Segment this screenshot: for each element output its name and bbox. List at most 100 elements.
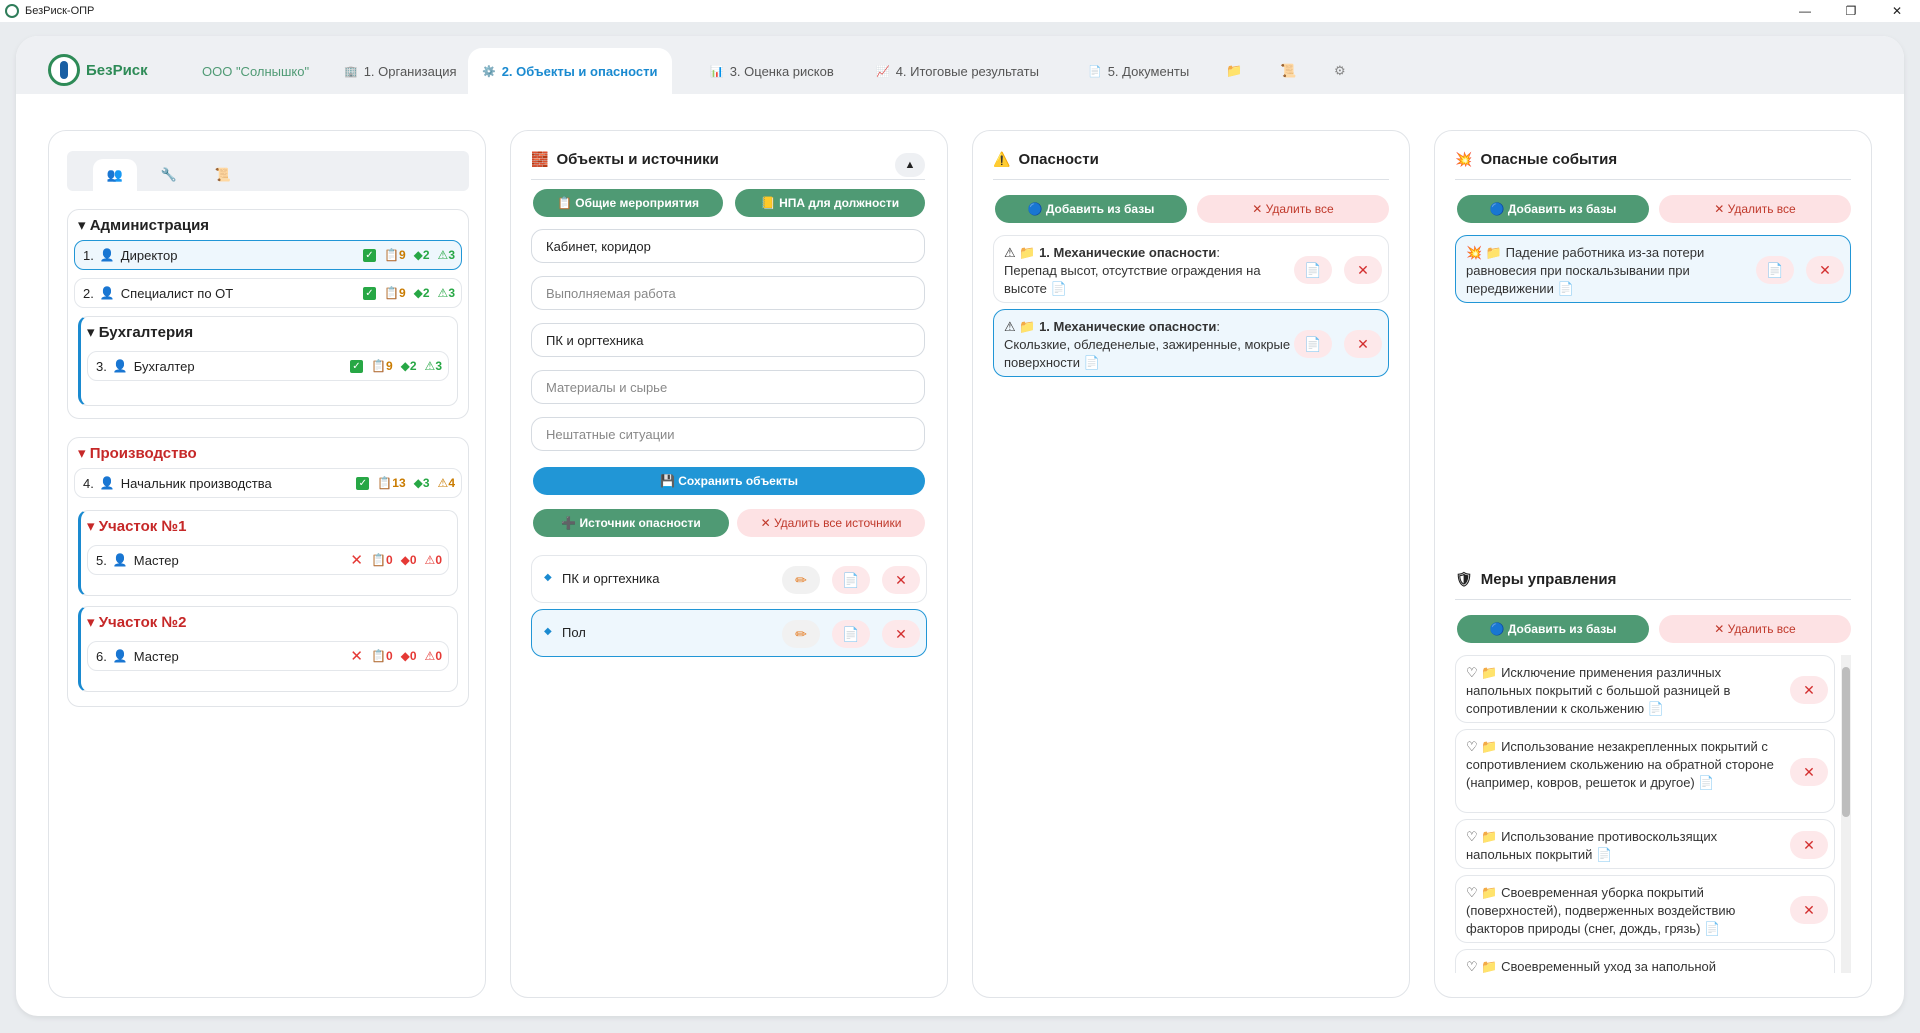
hazard-doc-button[interactable]: 📄 [1294,256,1332,284]
employee-number: 4. [83,475,94,491]
scroll-tab-icon[interactable]: 📜 [201,159,245,191]
subgroup-header[interactable]: ▾ Участок №2 [81,607,457,631]
hazard-item[interactable]: ⚠ 📁 1. Механические опасности: Перепад вы… [993,235,1389,303]
people-tab-icon[interactable]: 👥 [93,159,137,191]
measure-item[interactable]: ♡ 📁 Исключение применения различных напо… [1455,655,1835,723]
hazards-count: ⚠3 [437,286,455,300]
employee-row[interactable]: 6. 👤 Мастер ✕ 📋0 ◆0 ⚠0 [87,641,449,671]
add-hazard-from-db-button[interactable]: 🔵 Добавить из базы [995,195,1187,223]
event-item[interactable]: 💥 📁 Падение работника из-за потери равно… [1455,235,1851,303]
person-icon: 👤 [99,286,115,300]
add-event-from-db-button[interactable]: 🔵 Добавить из базы [1457,195,1649,223]
tab-label: 5. Документы [1107,63,1190,79]
group-header[interactable]: ▾ Администрация [68,210,468,234]
scroll-icon[interactable]: 📜 [1266,48,1310,94]
docs-count: 📋9 [383,286,406,300]
delete-source-button[interactable]: ✕ [882,566,920,594]
delete-hazard-button[interactable]: ✕ [1344,330,1382,358]
hazards-count: ⚠3 [437,248,455,262]
status-ok-icon: ✓ [349,359,363,373]
minimize-button[interactable]: — [1782,0,1828,22]
save-objects-button[interactable]: 💾 Сохранить объекты [533,467,925,495]
subgroup-header[interactable]: ▾ Бухгалтерия [81,317,457,341]
delete-measure-button[interactable]: ✕ [1790,831,1828,859]
delete-source-button[interactable]: ✕ [882,620,920,648]
tab-label: 3. Оценка рисков [729,63,834,79]
explosion-icon: 💥 [1455,151,1473,167]
object-field-materials[interactable]: Материалы и сырье [531,370,925,404]
employee-number: 6. [96,648,107,664]
tab-organization[interactable]: 🏢 1. Организация [330,48,471,94]
tab-risk-assessment[interactable]: 📊 3. Оценка рисков [696,48,848,94]
delete-hazard-button[interactable]: ✕ [1344,256,1382,284]
employee-row[interactable]: 5. 👤 Мастер ✕ 📋0 ◆0 ⚠0 [87,545,449,575]
delete-all-measures-button[interactable]: ✕ Удалить все [1659,615,1851,643]
edit-source-button[interactable]: ✏ [782,620,820,648]
collapse-button[interactable]: ▲ [895,153,925,177]
button-label: Добавить из базы [1507,622,1617,636]
measure-item[interactable]: ♡ 📁 Использование незакрепленных покрыти… [1455,729,1835,813]
hazard-doc-button[interactable]: 📄 [1294,330,1332,358]
wrench-tab-icon[interactable]: 🔧 [147,159,191,191]
panel-title-text: Объекты и источники [556,151,719,168]
settings-icon[interactable]: ⚙ [1320,48,1360,94]
object-field-emergency[interactable]: Нештатные ситуации [531,417,925,451]
docs-count: 📋0 [370,553,393,567]
group-header[interactable]: ▾ Производство [68,438,468,462]
add-measure-from-db-button[interactable]: 🔵 Добавить из базы [1457,615,1649,643]
company-name[interactable]: ООО "Солнышко" [188,48,323,94]
delete-event-button[interactable]: ✕ [1806,256,1844,284]
button-label: Удалить все источники [773,516,902,530]
measure-item[interactable]: ♡ 📁 Использование противоскользящих напо… [1455,819,1835,869]
scrollbar-thumb[interactable] [1842,667,1850,817]
employee-row[interactable]: 3. 👤 Бухгалтер ✓ 📋9 ◆2 ⚠3 [87,351,449,381]
brand-logo[interactable]: БезРиск [48,54,148,86]
button-label: Удалить все [1265,202,1334,216]
tab-documents[interactable]: 📄 5. Документы [1074,48,1203,94]
app-logo-icon [5,4,19,18]
maximize-button[interactable]: ❐ [1828,0,1874,22]
hazard-item[interactable]: ⚠ 📁 1. Механические опасности: Скользкие,… [993,309,1389,377]
measure-item[interactable]: ♡ 📁 Своевременная уборка покрытий (повер… [1455,875,1835,943]
source-item[interactable]: ◆ ПК и оргтехника ✏ 📄 ✕ [531,555,927,603]
measures-list[interactable]: ♡ 📁 Исключение применения различных напо… [1455,655,1861,973]
delete-all-sources-button[interactable]: ✕ Удалить все источники [737,509,925,537]
npa-button[interactable]: 📒 НПА для должности [735,189,925,217]
docs-count: 📋9 [370,359,393,373]
add-source-button[interactable]: ➕ Источник опасности [533,509,729,537]
status-error-icon: ✕ [350,552,363,569]
status-ok-icon: ✓ [362,248,376,262]
delete-all-events-button[interactable]: ✕ Удалить все [1659,195,1851,223]
object-field-room[interactable]: Кабинет, коридор [531,229,925,263]
delete-all-hazards-button[interactable]: ✕ Удалить все [1197,195,1389,223]
folder-icon[interactable]: 📁 [1212,48,1256,94]
person-icon: 👤 [99,248,115,262]
general-measures-button[interactable]: 📋 Общие мероприятия [533,189,723,217]
event-doc-button[interactable]: 📄 [1756,256,1794,284]
object-field-equipment[interactable]: ПК и оргтехника [531,323,925,357]
edit-source-button[interactable]: ✏ [782,566,820,594]
source-doc-button[interactable]: 📄 [832,566,870,594]
sources-count: ◆3 [413,476,430,490]
employee-row[interactable]: 1. 👤 Директор ✓ 📋9 ◆2 ⚠3 [74,240,462,270]
measures-scrollbar[interactable] [1841,655,1851,973]
measure-text: ♡ 📁 Использование противоскользящих напо… [1466,829,1718,862]
measure-text: ♡ 📁 Использование незакрепленных покрыти… [1466,739,1774,790]
employee-row[interactable]: 2. 👤 Специалист по ОТ ✓ 📋9 ◆2 ⚠3 [74,278,462,308]
employee-row[interactable]: 4. 👤 Начальник производства ✓ 📋13 ◆3 ⚠4 [74,468,462,498]
source-item[interactable]: ◆ Пол ✏ 📄 ✕ [531,609,927,657]
employee-name: Директор [120,247,178,263]
logo-text: БезРиск [86,61,148,79]
tab-results[interactable]: 📈 4. Итоговые результаты [862,48,1053,94]
source-doc-button[interactable]: 📄 [832,620,870,648]
tab-objects-hazards[interactable]: ⚙️ 2. Объекты и опасности [468,48,672,94]
measure-item[interactable]: ♡ 📁 Своевременный уход за напольной [1455,949,1835,973]
tab-label: 2. Объекты и опасности [501,63,658,79]
hazards-panel-title: ⚠️ Опасности [993,151,1099,168]
delete-measure-button[interactable]: ✕ [1790,758,1828,786]
object-field-work[interactable]: Выполняемая работа [531,276,925,310]
subgroup-header[interactable]: ▾ Участок №1 [81,511,457,535]
close-window-button[interactable]: ✕ [1874,0,1920,22]
delete-measure-button[interactable]: ✕ [1790,896,1828,924]
delete-measure-button[interactable]: ✕ [1790,676,1828,704]
